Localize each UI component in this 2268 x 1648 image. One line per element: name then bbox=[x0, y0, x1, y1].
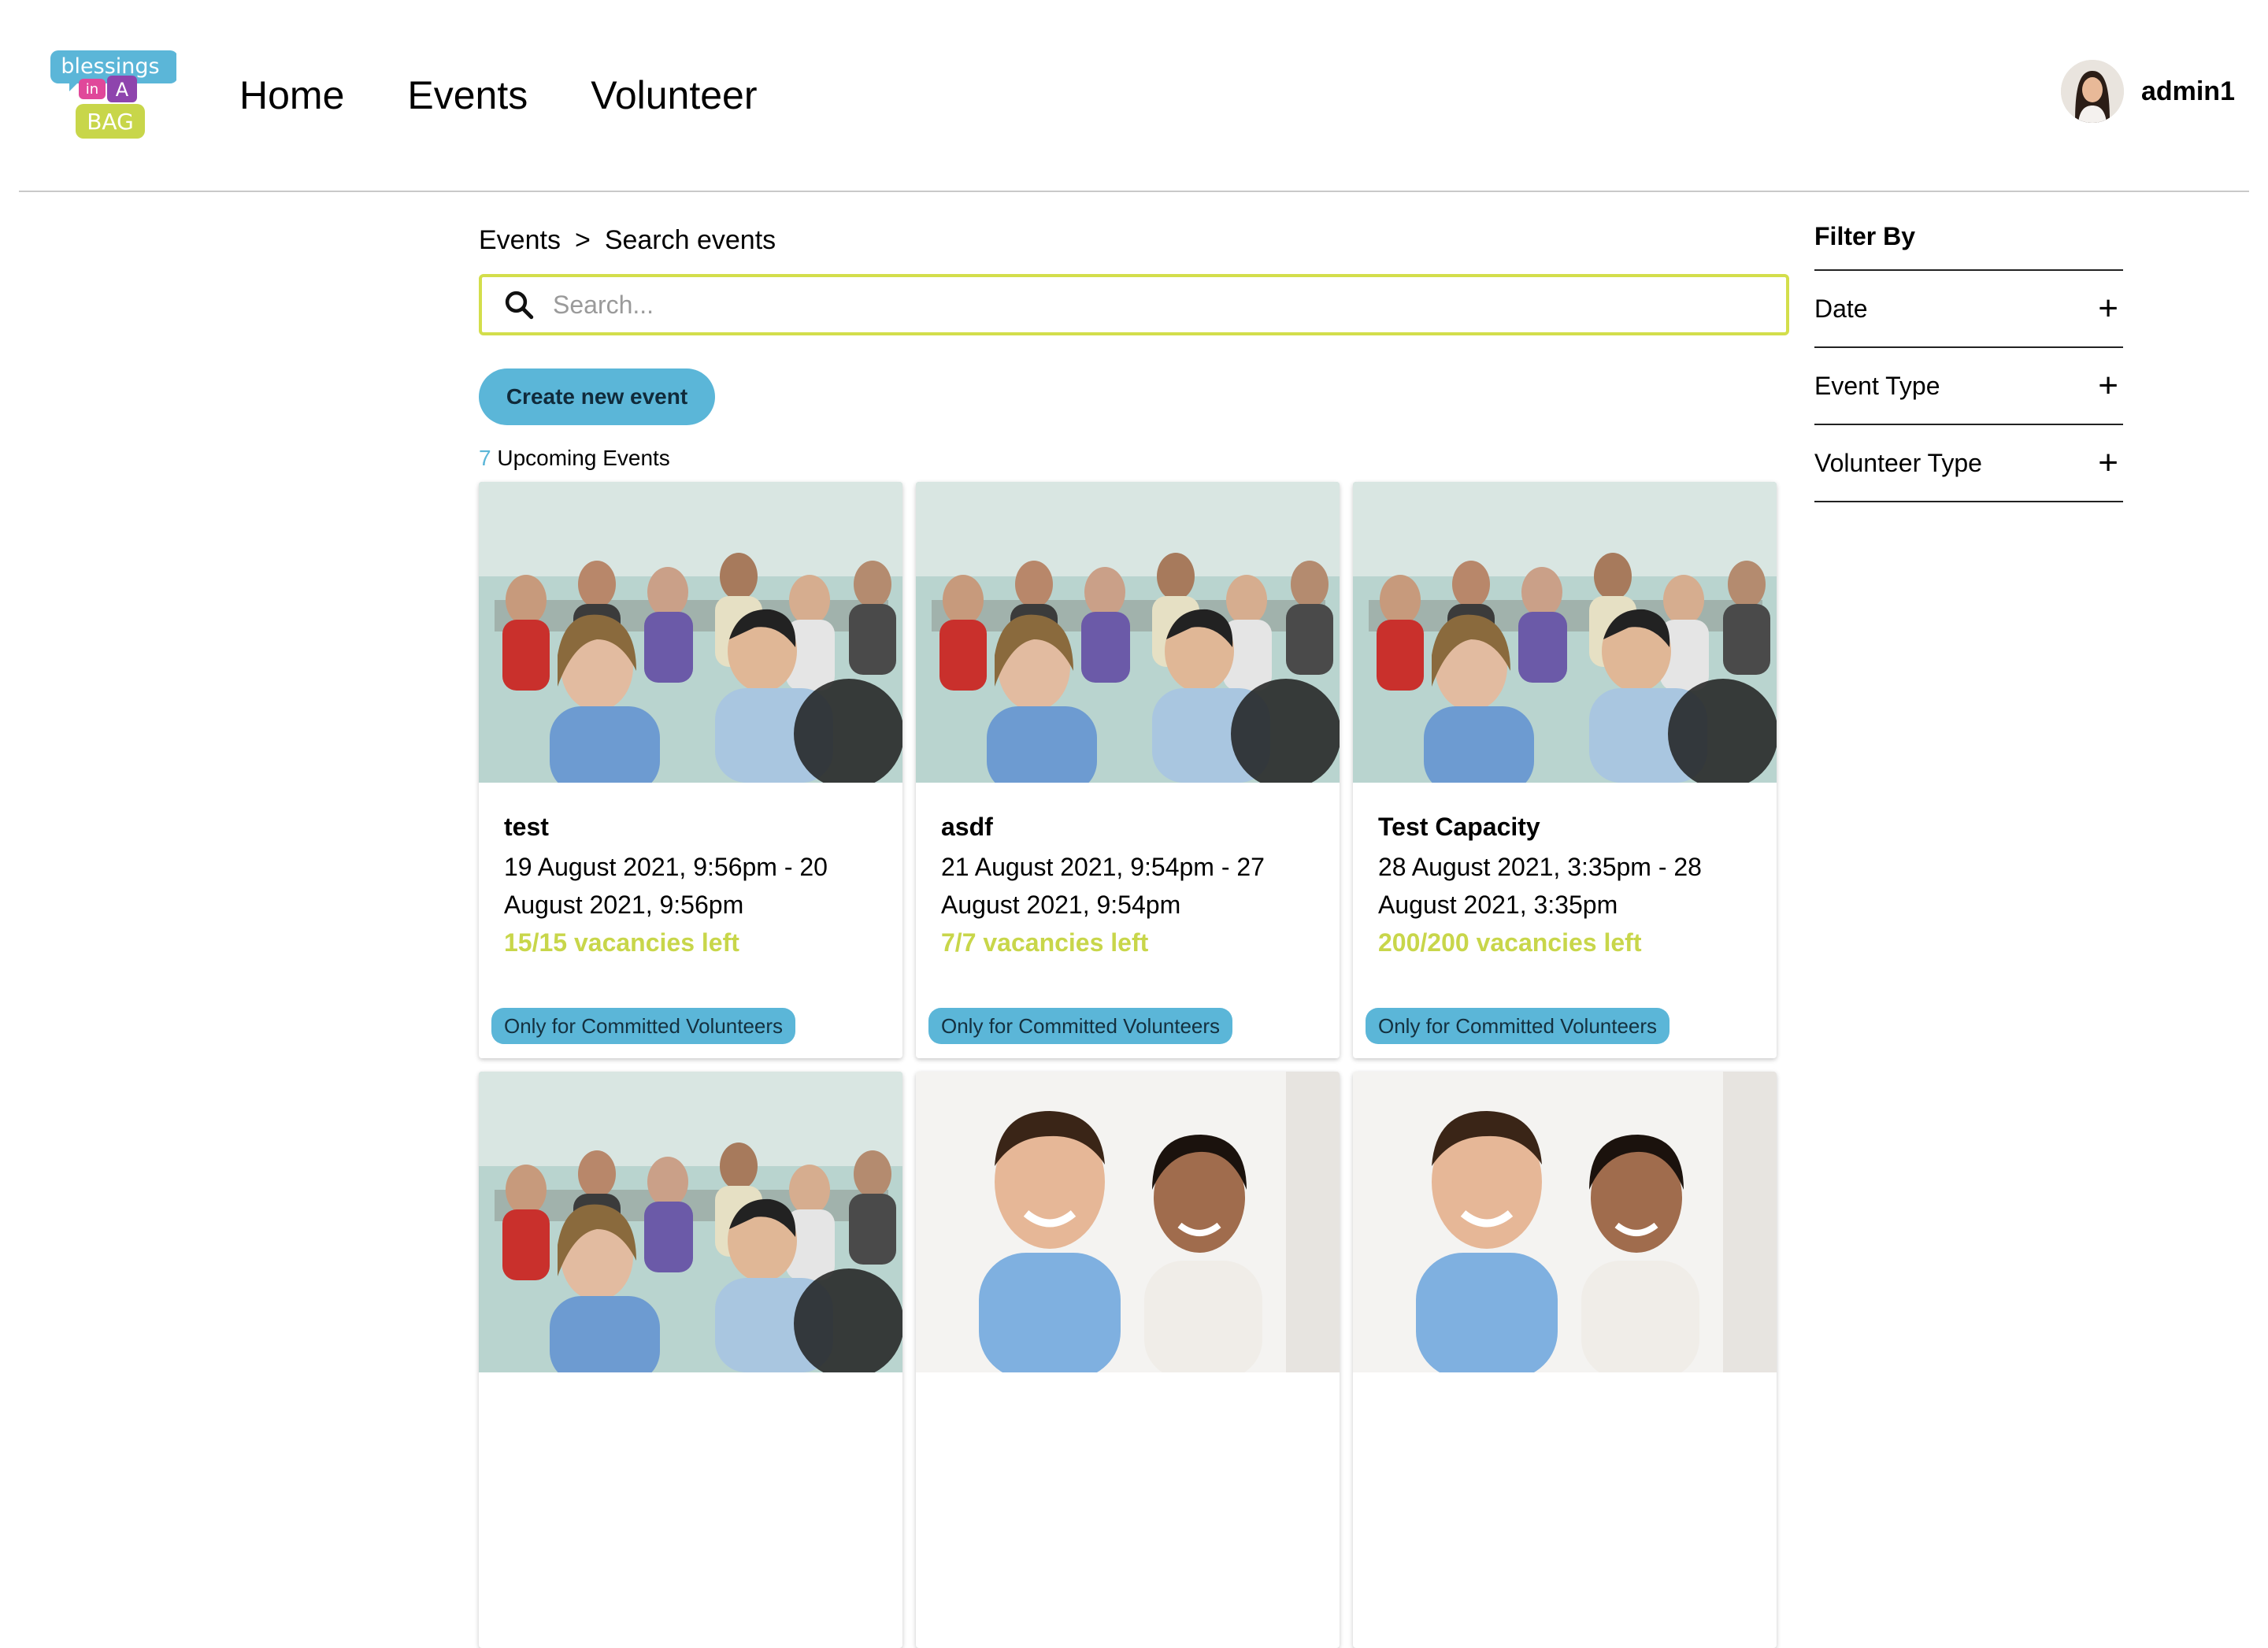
event-vacancies: 200/200 vacancies left bbox=[1378, 928, 1642, 957]
event-cards-grid: test 19 August 2021, 9:56pm - 20 August … bbox=[479, 482, 1777, 1648]
plus-icon[interactable]: + bbox=[2098, 366, 2123, 406]
event-date: 21 August 2021, 9:54pm - 27 August 2021,… bbox=[941, 853, 1265, 919]
search-bar[interactable] bbox=[479, 274, 1789, 335]
event-card[interactable] bbox=[479, 1072, 902, 1648]
event-date: 28 August 2021, 3:35pm - 28 August 2021,… bbox=[1378, 853, 1702, 919]
events-count-label: Upcoming Events bbox=[497, 446, 670, 470]
volunteer-type-badge: Only for Committed Volunteers bbox=[491, 1008, 796, 1044]
event-vacancies: 15/15 vacancies left bbox=[504, 928, 739, 957]
volunteer-type-badge: Only for Committed Volunteers bbox=[928, 1008, 1233, 1044]
create-new-event-button[interactable]: Create new event bbox=[479, 368, 715, 425]
svg-text:blessings: blessings bbox=[61, 54, 159, 79]
event-date: 19 August 2021, 9:56pm - 20 August 2021,… bbox=[504, 853, 828, 919]
events-count-number: 7 bbox=[479, 446, 491, 470]
filter-date[interactable]: Date + bbox=[1814, 271, 2123, 348]
search-icon bbox=[505, 291, 534, 320]
filter-panel: Filter By Date + Event Type + Volunteer … bbox=[1814, 222, 2123, 502]
event-image bbox=[916, 1072, 1340, 1372]
event-image bbox=[479, 482, 902, 783]
filter-label: Volunteer Type bbox=[1814, 448, 1982, 477]
event-image bbox=[1353, 1072, 1777, 1372]
event-vacancies: 7/7 vacancies left bbox=[941, 928, 1149, 957]
event-image bbox=[916, 482, 1340, 783]
main-nav: Home Events Volunteer bbox=[239, 72, 758, 118]
search-input[interactable] bbox=[553, 290, 1734, 320]
breadcrumb-current: Search events bbox=[604, 225, 776, 255]
event-card[interactable] bbox=[1353, 1072, 1777, 1648]
nav-volunteer[interactable]: Volunteer bbox=[591, 72, 757, 118]
event-title: test bbox=[504, 813, 549, 841]
filter-label: Event Type bbox=[1814, 371, 1940, 400]
filter-event-type[interactable]: Event Type + bbox=[1814, 348, 2123, 425]
top-header: blessings in A BAG Home Events Volunteer… bbox=[0, 0, 2268, 192]
svg-text:in: in bbox=[86, 81, 98, 98]
filter-title: Filter By bbox=[1814, 222, 2123, 271]
header-divider bbox=[19, 191, 2249, 192]
event-card[interactable] bbox=[916, 1072, 1340, 1648]
filter-label: Date bbox=[1814, 294, 1868, 323]
event-card[interactable]: test 19 August 2021, 9:56pm - 20 August … bbox=[479, 482, 902, 1058]
volunteer-type-badge: Only for Committed Volunteers bbox=[1366, 1008, 1670, 1044]
event-title: Test Capacity bbox=[1378, 813, 1540, 841]
user-menu[interactable]: admin1 bbox=[2060, 60, 2235, 123]
breadcrumb: Events > Search events bbox=[479, 225, 776, 256]
event-card[interactable]: Test Capacity 28 August 2021, 3:35pm - 2… bbox=[1353, 482, 1777, 1058]
breadcrumb-separator: > bbox=[574, 225, 591, 255]
avatar[interactable] bbox=[2060, 60, 2124, 123]
svg-text:A: A bbox=[116, 79, 129, 101]
upcoming-events-count: 7 Upcoming Events bbox=[479, 446, 670, 471]
nav-events[interactable]: Events bbox=[407, 72, 528, 118]
event-title: asdf bbox=[941, 813, 993, 841]
username: admin1 bbox=[2140, 76, 2235, 106]
plus-icon[interactable]: + bbox=[2098, 289, 2123, 328]
nav-home[interactable]: Home bbox=[239, 72, 344, 118]
breadcrumb-events-link[interactable]: Events bbox=[479, 225, 561, 256]
event-card[interactable]: asdf 21 August 2021, 9:54pm - 27 August … bbox=[916, 482, 1340, 1058]
event-image bbox=[479, 1072, 902, 1372]
event-image bbox=[1353, 482, 1777, 783]
plus-icon[interactable]: + bbox=[2098, 443, 2123, 483]
svg-text:BAG: BAG bbox=[87, 109, 134, 135]
blessings-in-a-bag-logo[interactable]: blessings in A BAG bbox=[44, 44, 178, 148]
filter-volunteer-type[interactable]: Volunteer Type + bbox=[1814, 425, 2123, 502]
